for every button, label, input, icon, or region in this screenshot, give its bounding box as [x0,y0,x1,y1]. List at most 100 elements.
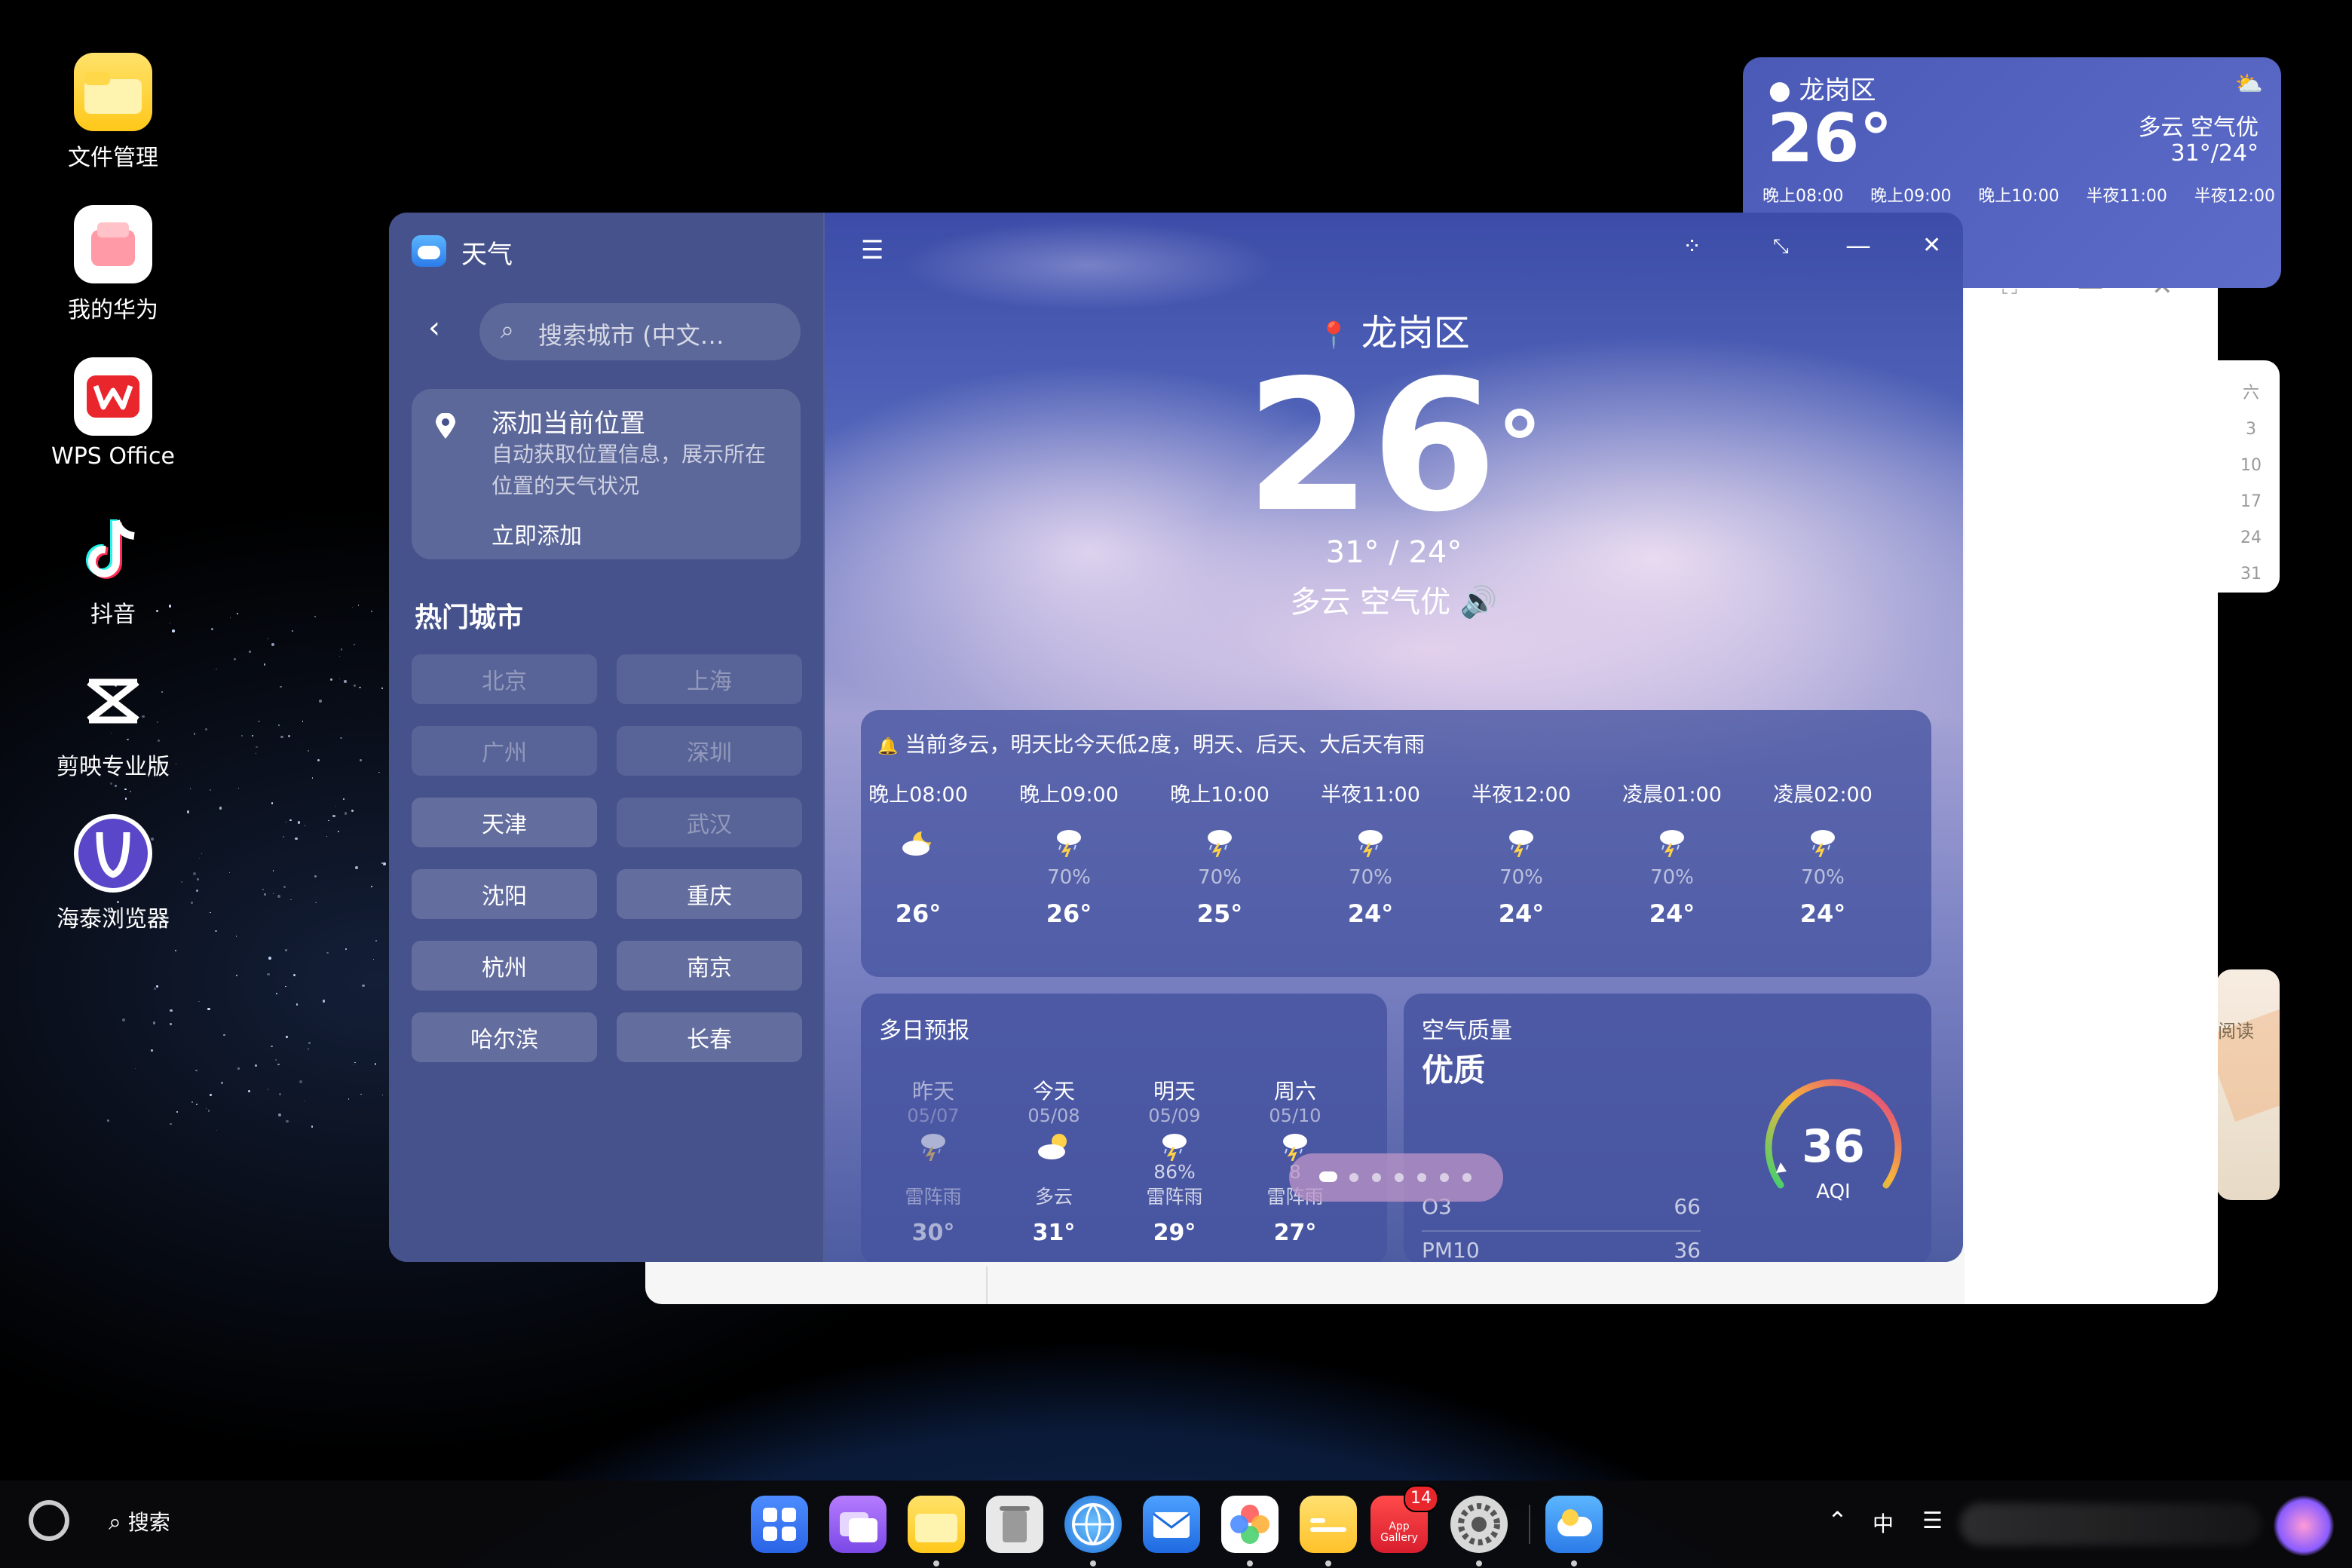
star [189,788,191,789]
back-icon[interactable]: ‹ [428,311,440,345]
star [150,1049,154,1052]
aqi-title: 空气质量 [1422,1018,1512,1044]
hourly-item: 凌晨01:00 70% 24° [1612,778,1732,928]
appgallery-icon[interactable]: App Gallery 14 [1370,1485,1438,1553]
ime-indicator[interactable]: 中 [1873,1508,1894,1538]
star [357,605,360,606]
city-button-6[interactable]: 武汉 [617,798,802,847]
huawei-bag-icon [74,205,152,283]
city-button-7[interactable]: 沈阳 [412,869,597,919]
city-button-4[interactable]: 深圳 [617,726,802,776]
desktop-icon-label: 剪映专业版 [57,754,170,780]
city-button-11[interactable]: 哈尔滨 [412,1012,597,1062]
multiwindow-icon[interactable] [829,1496,887,1553]
star [358,686,361,689]
hour-temp: 24° [1649,899,1695,928]
city-button-9[interactable]: 杭州 [412,941,597,991]
desktop-icon-my-huawei[interactable]: 我的华为 [45,205,181,324]
temp-range: 31° / 24° [1325,535,1462,570]
reading-label: 阅读 [2218,1021,2254,1042]
star [338,655,341,657]
star [371,886,372,887]
widget-condition: 多云 空气优 [2138,115,2259,141]
grid-icon[interactable] [751,1496,808,1553]
photos-icon[interactable] [1221,1496,1279,1553]
star [196,1104,198,1105]
trash-icon[interactable] [986,1496,1043,1553]
hour-precip: 70% [1198,866,1242,889]
star [249,651,251,653]
city-button-1[interactable]: 北京 [412,654,597,704]
city-button-5[interactable]: 天津 [412,798,597,847]
clipboard-icon[interactable]: ☰ [1922,1508,1943,1534]
notes-icon[interactable] [1300,1496,1357,1553]
star [311,777,313,779]
desktop-icon-wps[interactable]: WPS Office [45,357,181,470]
minimize-icon[interactable]: — [1845,231,1871,261]
desktop-icon-label: 海泰浏览器 [57,906,170,933]
settings-icon[interactable] [1450,1496,1508,1553]
add-location-card[interactable]: 添加当前位置 自动获取位置信息，展示所在位置的天气状况 立即添加 [412,389,801,559]
drag-handle-icon[interactable]: ⁘ [1683,234,1701,260]
forecast-precip [873,1161,994,1182]
page-indicator[interactable] [1289,1153,1503,1202]
star [263,893,266,896]
star [106,1119,109,1122]
aqi-level: 优质 [1422,1052,1486,1089]
mail-icon[interactable] [1143,1496,1200,1553]
speaker-icon[interactable]: 🔊 [1460,585,1498,620]
running-indicator [1476,1560,1482,1566]
forecast-date: 05/07 [907,1105,960,1126]
desktop-icon-capcut[interactable]: 剪映专业版 [45,662,181,781]
desktop-icon-douyin[interactable]: 抖音 [45,510,181,629]
reading-window-partial[interactable]: 阅读 [2216,969,2280,1200]
start-button[interactable] [29,1500,69,1541]
add-now-link[interactable]: 立即添加 [492,517,582,550]
city-button-3[interactable]: 广州 [412,726,597,776]
desktop-icon-file-manager[interactable]: 文件管理 [45,53,181,172]
forecast-day-name: 周六 [1273,1079,1316,1104]
status-area[interactable] [1960,1503,2262,1545]
appgallery-label: App Gallery [1380,1521,1418,1544]
forecast-temp: 29° [1153,1220,1196,1246]
folder-icon[interactable] [908,1496,965,1553]
taskbar-search[interactable]: ⌕ 搜索 [109,1506,170,1536]
star [345,948,348,950]
star [290,899,292,900]
star [267,972,270,975]
city-button-10[interactable]: 南京 [617,941,802,991]
star [278,1113,281,1116]
calendar-day: 六 [2242,384,2259,403]
forecast-date: 05/10 [1269,1105,1321,1126]
desktop-icon-browser[interactable]: 海泰浏览器 [45,814,181,933]
widget-hour: 半夜11:00 [2086,187,2167,206]
hourly-item: 晚上10:00 70% 25° [1159,778,1280,928]
weather-icon[interactable] [1545,1496,1603,1553]
city-button-8[interactable]: 重庆 [617,869,802,919]
aqi-value: 36 [1802,1120,1865,1173]
restore-icon[interactable]: ⤡ [1773,235,1789,259]
hourly-item: 晚上08:00 26° [858,778,978,928]
menu-icon[interactable]: ☰ [861,235,884,265]
close-icon[interactable]: ✕ [1922,232,1941,259]
assistant-icon[interactable] [2274,1496,2334,1556]
star [130,790,131,792]
star [252,734,253,737]
search-input[interactable]: ⌕ 搜索城市 (中文… [479,303,801,360]
star [124,789,127,791]
hourly-item: 半夜11:00 70% 24° [1310,778,1431,928]
hour-temp: 24° [1799,899,1846,928]
hour-precip: 70% [1650,866,1694,889]
hour-temp: 24° [1347,899,1394,928]
forecast-temp: 30° [911,1220,955,1246]
chevron-up-icon[interactable]: ⌃ [1827,1506,1848,1535]
thunder-rain-icon [1352,827,1389,858]
star [115,784,118,787]
city-button-2[interactable]: 上海 [617,654,802,704]
city-button-12[interactable]: 长春 [617,1012,802,1062]
star [192,871,196,875]
browser-icon[interactable] [1064,1496,1122,1553]
aqi-card: 空气质量 优质 36 AQI O3 66 PM10 36 [1404,994,1931,1262]
hot-cities-title: 热门城市 [415,602,524,633]
forecast-weather: 雷阵雨 [905,1186,962,1208]
